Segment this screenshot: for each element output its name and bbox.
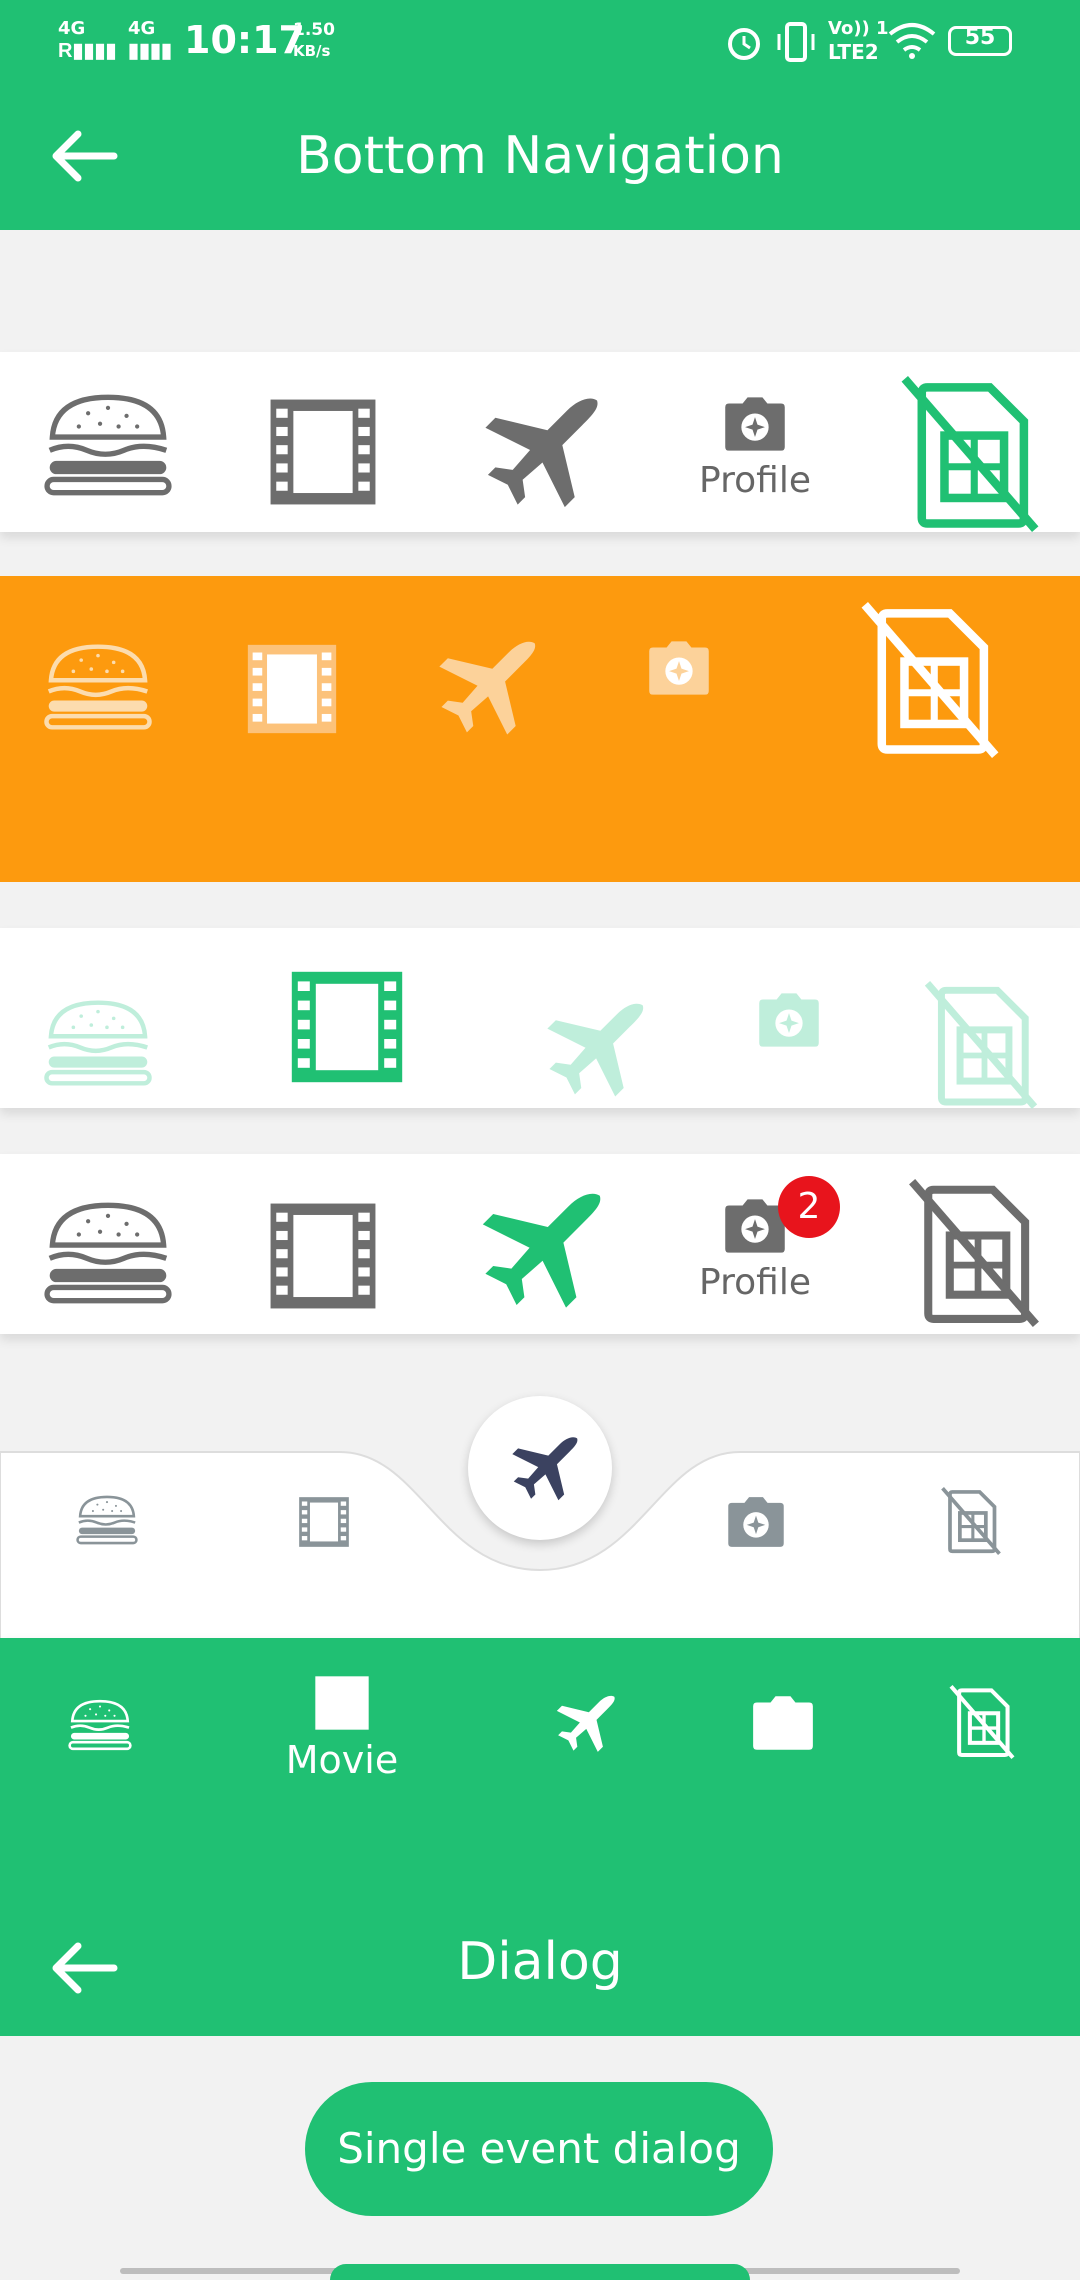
nav-item-movie[interactable] <box>294 1494 354 1550</box>
nav-item-sim[interactable] <box>946 1684 1018 1760</box>
nav-item-movie[interactable] <box>280 966 414 1088</box>
network-2-label: 4G <box>128 18 156 39</box>
wifi-icon <box>888 23 936 59</box>
clock: 10:17 <box>184 18 305 62</box>
burger-icon <box>42 642 154 732</box>
bottom-nav-green: Movie <box>0 1638 1080 1806</box>
single-event-dialog-button[interactable]: Single event dialog <box>305 2082 773 2216</box>
nav-item-movie[interactable]: Movie <box>270 1668 414 1788</box>
battery-icon: 55 <box>948 25 1012 56</box>
speed-unit: KB/s <box>293 42 331 60</box>
sim-off-icon <box>919 981 1043 1109</box>
bottom-nav-faded <box>0 928 1080 1108</box>
camera-icon <box>648 640 710 696</box>
burger-icon <box>75 1494 139 1546</box>
nav-item-movie[interactable] <box>258 394 388 510</box>
airplane-icon <box>475 393 605 517</box>
camera-icon <box>724 396 786 452</box>
nav-item-profile[interactable] <box>646 638 712 698</box>
status-bar: 4G R▮▮▮▮ 4G ▮▮▮▮ 10:17 1.50 KB/s Vo)) 1 … <box>0 0 1080 82</box>
movie-icon <box>295 1495 353 1549</box>
nav-item-sim[interactable] <box>854 600 1006 760</box>
signal-2-icon: ▮▮▮▮ <box>128 40 173 62</box>
nav-item-flight[interactable] <box>430 636 542 744</box>
vibrate-icon <box>777 22 815 62</box>
airplane-icon <box>539 999 649 1105</box>
dialog-app-bar: Dialog <box>0 1806 1080 2036</box>
page-title: Bottom Navigation <box>296 126 784 186</box>
nav-item-profile-label: Profile <box>699 459 811 501</box>
airplane-icon <box>472 1188 608 1318</box>
burger-icon <box>41 1200 175 1306</box>
nav-item-profile[interactable] <box>750 1694 816 1752</box>
dialog-title: Dialog <box>457 1932 623 1992</box>
nav-item-profile[interactable] <box>756 990 822 1050</box>
sim-off-icon <box>939 1487 1003 1555</box>
nav-item-profile[interactable] <box>726 1496 786 1548</box>
bottom-nav-orange <box>0 576 1080 882</box>
movie-icon <box>310 1674 374 1732</box>
nav-item-sim[interactable] <box>918 980 1044 1110</box>
nav-item-movie[interactable] <box>258 1198 388 1314</box>
bottom-nav-badge: Profile 2 <box>0 1154 1080 1334</box>
fab-flight-button[interactable] <box>468 1396 612 1540</box>
nav-item-food[interactable] <box>40 998 156 1088</box>
camera-icon <box>751 1695 815 1751</box>
airplane-icon <box>508 1434 580 1506</box>
nav-item-flight[interactable] <box>470 1186 610 1320</box>
burger-icon <box>42 998 154 1088</box>
nav-item-flight[interactable] <box>538 998 650 1106</box>
nav-item-food[interactable] <box>38 392 178 498</box>
nav-item-profile[interactable]: Profile <box>680 388 830 508</box>
volte-label: Vo)) 1 <box>828 18 889 39</box>
movie-icon <box>281 967 413 1087</box>
nav-item-food[interactable] <box>40 642 156 732</box>
sim-off-icon <box>855 602 1005 758</box>
airplane-icon <box>431 637 541 743</box>
sim-off-icon <box>903 1179 1045 1327</box>
movie-icon <box>260 1199 386 1313</box>
signal-1-icon: R▮▮▮▮ <box>58 40 117 62</box>
nav-item-food[interactable] <box>74 1494 140 1546</box>
burger-icon <box>67 1698 133 1752</box>
nav-item-flight[interactable] <box>552 1692 618 1758</box>
nav-item-movie[interactable] <box>238 640 346 738</box>
nav-item-sim[interactable] <box>894 374 1046 534</box>
movie-icon <box>260 395 386 509</box>
nav-item-movie-label: Movie <box>285 1738 399 1782</box>
camera-icon <box>758 992 820 1048</box>
next-button-partial[interactable] <box>330 2264 750 2280</box>
network-1-label: 4G <box>58 18 86 39</box>
speed-value: 1.50 <box>293 20 335 40</box>
notification-badge: 2 <box>778 1176 840 1238</box>
camera-icon <box>727 1496 785 1548</box>
sim-off-icon <box>947 1685 1017 1759</box>
nav-item-sim[interactable] <box>938 1486 1004 1556</box>
battery-level: 55 <box>964 25 996 50</box>
nav-item-profile-label: Profile <box>699 1261 811 1303</box>
nav-item-food[interactable] <box>38 1200 178 1306</box>
app-bar: Bottom Navigation <box>0 82 1080 230</box>
nav-item-sim[interactable] <box>902 1178 1046 1328</box>
burger-icon <box>41 392 175 498</box>
sim-off-icon <box>895 376 1045 532</box>
nav-item-flight[interactable] <box>472 390 608 520</box>
alarm-icon <box>728 28 760 60</box>
bottom-nav-white: Profile <box>0 352 1080 532</box>
camera-icon <box>724 1198 786 1254</box>
movie-icon <box>239 641 345 737</box>
lte-label: LTE2 <box>828 40 879 64</box>
airplane-icon <box>553 1693 617 1757</box>
nav-item-food[interactable] <box>66 1698 134 1752</box>
